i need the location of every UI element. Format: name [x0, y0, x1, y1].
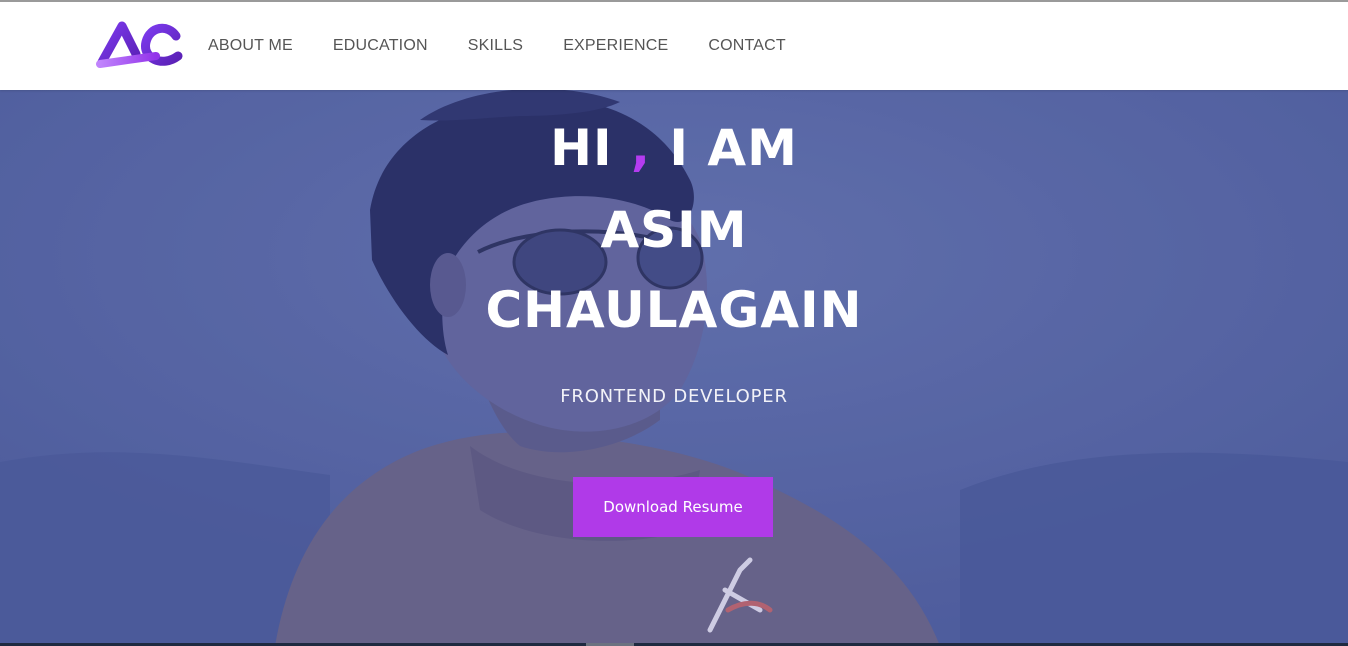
top-navbar: ABOUT ME EDUCATION SKILLS EXPERIENCE CON…	[0, 0, 1348, 90]
download-resume-button[interactable]: Download Resume	[573, 477, 773, 537]
greeting-accent-comma: ,	[630, 119, 651, 177]
nav-link-experience[interactable]: EXPERIENCE	[563, 37, 668, 55]
hero-content: HI , I AM ASIM CHAULAGAIN FRONTEND DEVEL…	[0, 90, 1348, 646]
nav-link-about-me[interactable]: ABOUT ME	[208, 37, 293, 55]
hero-last-name: CHAULAGAIN	[485, 281, 863, 339]
greeting-start: HI	[550, 119, 631, 177]
greeting-end: I AM	[650, 119, 798, 177]
nav-link-skills[interactable]: SKILLS	[468, 37, 523, 55]
nav-link-contact[interactable]: CONTACT	[708, 37, 786, 55]
hero-first-name: ASIM	[600, 201, 748, 259]
hero-greeting: HI , I AM	[0, 118, 1348, 178]
hero-section: HI , I AM ASIM CHAULAGAIN FRONTEND DEVEL…	[0, 90, 1348, 646]
nav-link-education[interactable]: EDUCATION	[333, 37, 428, 55]
main-navigation: ABOUT ME EDUCATION SKILLS EXPERIENCE CON…	[208, 2, 826, 90]
hero-subtitle: FRONTEND DEVELOPER	[560, 386, 788, 407]
portfolio-page: ABOUT ME EDUCATION SKILLS EXPERIENCE CON…	[0, 0, 1348, 646]
brand-logo-icon[interactable]	[96, 20, 184, 72]
